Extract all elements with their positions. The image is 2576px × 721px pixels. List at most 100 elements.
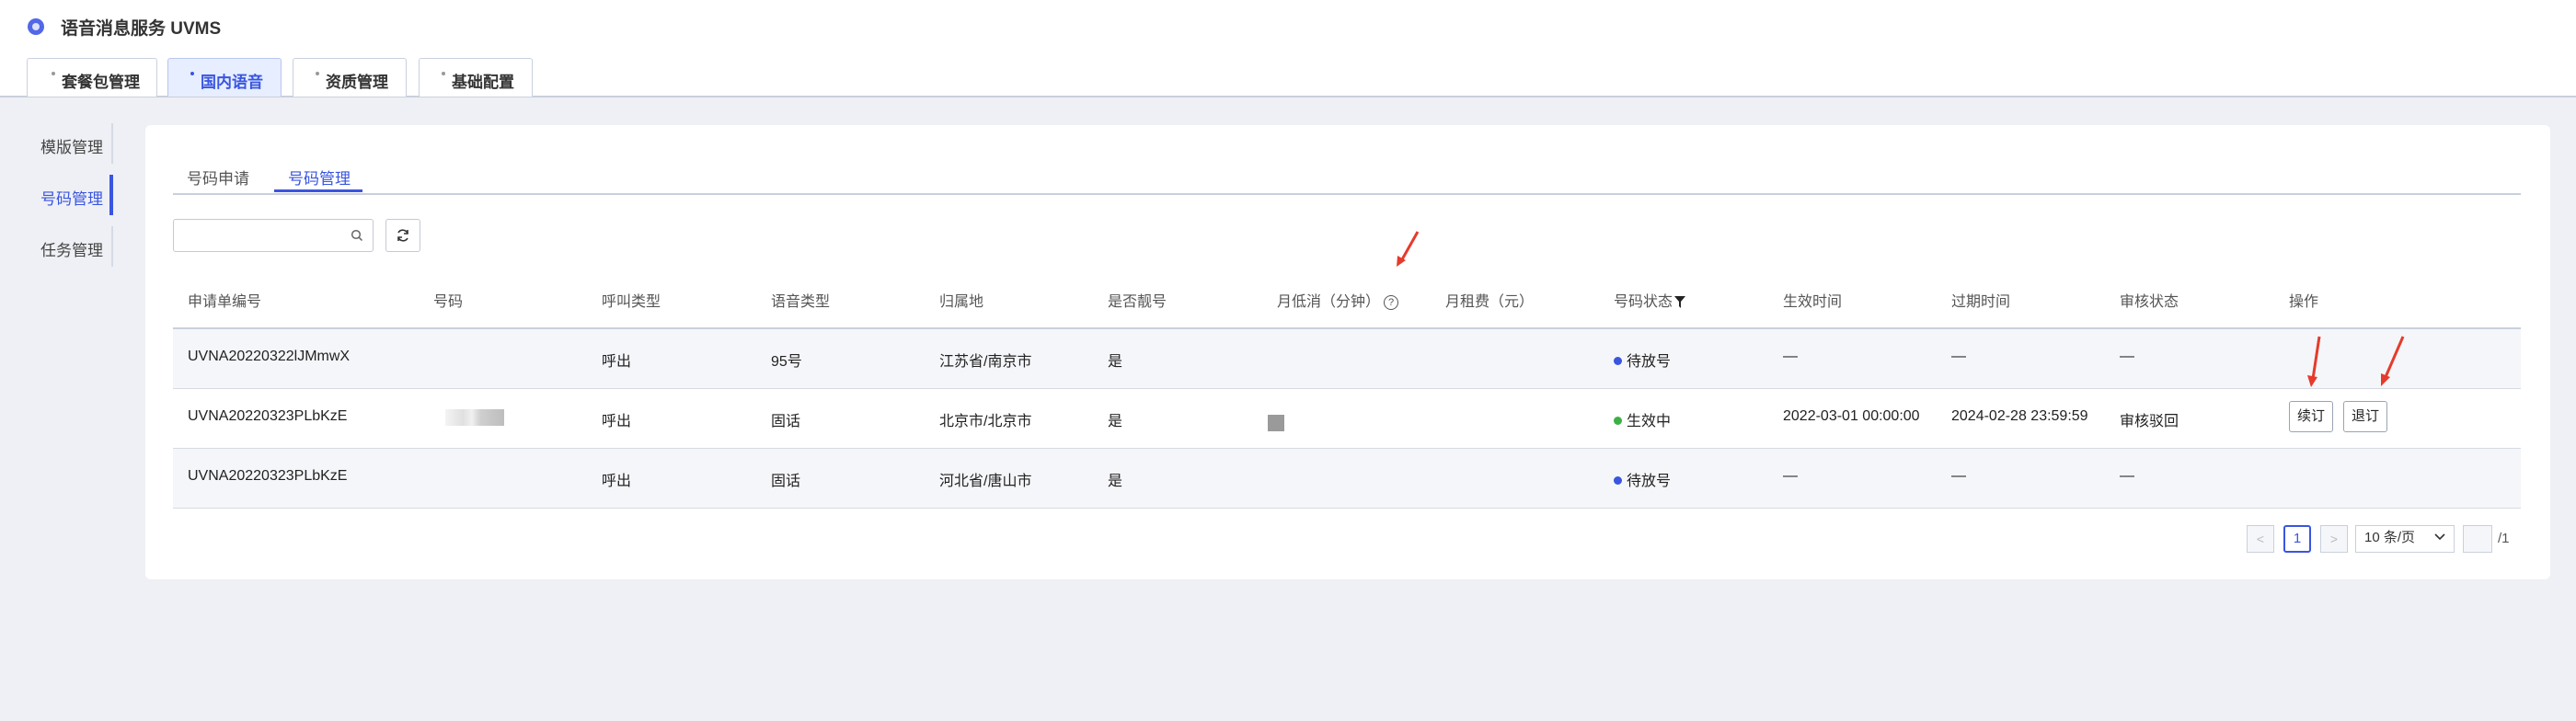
cell-status: 待放号 — [1614, 349, 1671, 371]
cell-expire-time: 2024-02-28 23:59:59 — [1951, 408, 2088, 424]
col-number: 号码 — [433, 294, 464, 310]
cell-location: 河北省/唐山市 — [939, 474, 1032, 489]
tab-dot-icon — [316, 72, 319, 75]
col-premium: 是否靓号 — [1108, 294, 1167, 310]
col-order-no: 申请单编号 — [188, 294, 262, 310]
cell-call-type: 呼出 — [602, 414, 632, 429]
cell-audit-status: — — [2120, 349, 2134, 364]
col-start-time: 生效时间 — [1783, 294, 1843, 310]
next-page-button[interactable]: > — [2320, 525, 2348, 553]
cell-call-type: 呼出 — [602, 354, 632, 370]
cell-audit-status: 审核驳回 — [2120, 414, 2179, 429]
table-header: 申请单编号 号码 呼叫类型 语音类型 归属地 是否靓号 月低消（分钟）? 月租费… — [173, 272, 2521, 329]
col-call-type: 呼叫类型 — [602, 294, 661, 310]
filter-icon[interactable] — [1674, 296, 1686, 308]
prev-page-button[interactable]: < — [2247, 525, 2274, 553]
cell-expire-time: — — [1951, 349, 1966, 364]
search-input[interactable] — [179, 223, 339, 249]
redacted-number — [445, 409, 504, 426]
sidebar-active-indicator — [109, 175, 113, 215]
cell-status: 生效中 — [1614, 408, 1671, 430]
col-min-spend-label: 月低消（分钟） — [1277, 294, 1381, 310]
cancel-subscription-button[interactable]: 退订 — [2343, 401, 2388, 432]
cell-start-time: — — [1783, 468, 1798, 484]
col-audit-status: 审核状态 — [2120, 294, 2179, 310]
sub-tabs: 号码申请 号码管理 — [173, 158, 2521, 195]
pagination: < 1 > 10 条/页 /1 — [2247, 525, 2523, 555]
cell-audit-status: — — [2120, 468, 2134, 484]
cell-premium: 是 — [1108, 354, 1123, 370]
tab-domestic-voice[interactable]: 国内语音 — [167, 58, 282, 97]
sidebar-item-task[interactable]: 任务管理 — [0, 226, 113, 267]
sidebar-item-template[interactable]: 模版管理 — [0, 123, 113, 164]
tab-number-apply[interactable]: 号码申请 — [187, 158, 251, 193]
status-label: 待放号 — [1627, 354, 1672, 370]
tab-label: 资质管理 — [326, 74, 388, 91]
col-voice-type: 语音类型 — [771, 294, 831, 310]
sidebar-divider — [111, 226, 113, 267]
refresh-button[interactable] — [385, 219, 420, 252]
cell-start-time: — — [1783, 349, 1798, 364]
table-row: UVNA20220323PLbKzE 呼出 固话 河北省/唐山市 是 待放号 —… — [173, 449, 2521, 509]
sidebar-item-number[interactable]: 号码管理 — [0, 175, 113, 215]
cell-premium: 是 — [1108, 414, 1123, 429]
cell-status: 待放号 — [1614, 468, 1671, 490]
cell-voice-type: 固话 — [771, 414, 801, 429]
tab-dot-icon — [52, 72, 55, 75]
annotation-arrow-icon — [1397, 231, 1420, 267]
table-row: UVNA20220323PLbKzE 呼出 固话 北京市/北京市 是 生效中 2… — [173, 389, 2521, 449]
page-total: /1 — [2498, 531, 2510, 546]
page-jump-input[interactable] — [2463, 525, 2492, 553]
tab-dot-icon — [442, 72, 445, 75]
page-size-label: 10 条/页 — [2364, 530, 2416, 545]
cell-order-no: UVNA20220322lJMmwX — [188, 349, 351, 364]
redacted-min-spend — [1268, 415, 1284, 431]
content-card: 号码申请 号码管理 申请单编号 号码 呼叫类型 语音类型 归属地 是否靓号 月低… — [145, 125, 2550, 579]
col-status: 号码状态 — [1614, 289, 1686, 311]
cell-order-no: UVNA20220323PLbKzE — [188, 408, 348, 424]
col-status-label: 号码状态 — [1614, 294, 1673, 310]
sidebar-item-label: 任务管理 — [40, 242, 103, 259]
page-number-1[interactable]: 1 — [2283, 525, 2311, 553]
cell-start-time: 2022-03-01 00:00:00 — [1783, 408, 1920, 424]
cell-location: 北京市/北京市 — [939, 414, 1032, 429]
col-rent: 月租费（元） — [1445, 294, 1535, 310]
cell-location: 江苏省/南京市 — [939, 354, 1032, 370]
top-header: 语音消息服务 UVMS 套餐包管理 国内语音 资质管理 基础配置 — [0, 0, 2576, 97]
col-location: 归属地 — [939, 294, 984, 310]
page-size-select[interactable]: 10 条/页 — [2355, 525, 2455, 553]
tab-package[interactable]: 套餐包管理 — [27, 58, 157, 97]
app-title: 语音消息服务 UVMS — [61, 19, 222, 39]
col-expire-time: 过期时间 — [1951, 294, 2011, 310]
table-row: UVNA20220322lJMmwX 呼出 95号 江苏省/南京市 是 待放号 … — [173, 329, 2521, 389]
tab-qualification[interactable]: 资质管理 — [293, 58, 407, 97]
tab-number-manage[interactable]: 号码管理 — [274, 158, 362, 192]
cell-voice-type: 95号 — [771, 354, 802, 370]
annotation-arrow-icon — [2307, 336, 2321, 387]
sidebar-item-label: 模版管理 — [40, 139, 103, 156]
annotation-arrow-icon — [2381, 336, 2405, 386]
col-actions: 操作 — [2289, 294, 2319, 310]
sidebar-item-label: 号码管理 — [40, 190, 103, 208]
tab-label: 套餐包管理 — [62, 74, 140, 91]
status-active-icon — [1614, 417, 1622, 425]
app-logo-icon — [28, 18, 44, 35]
search-icon[interactable] — [351, 229, 363, 242]
chevron-down-icon — [2434, 533, 2445, 541]
cell-voice-type: 固话 — [771, 474, 801, 489]
cell-premium: 是 — [1108, 474, 1123, 489]
sidebar-divider — [111, 123, 113, 164]
search-field — [173, 219, 374, 252]
status-label: 待放号 — [1627, 474, 1672, 489]
cell-order-no: UVNA20220323PLbKzE — [188, 468, 348, 484]
renew-button[interactable]: 续订 — [2289, 401, 2334, 432]
tab-dot-icon — [190, 72, 194, 75]
tab-label: 基础配置 — [452, 74, 514, 91]
cell-expire-time: — — [1951, 468, 1966, 484]
col-min-spend: 月低消（分钟）? — [1277, 289, 1399, 311]
tab-label: 国内语音 — [201, 74, 263, 91]
help-icon[interactable]: ? — [1384, 295, 1399, 310]
cell-call-type: 呼出 — [602, 474, 632, 489]
status-label: 生效中 — [1627, 414, 1672, 429]
tab-basic-config[interactable]: 基础配置 — [419, 58, 533, 97]
